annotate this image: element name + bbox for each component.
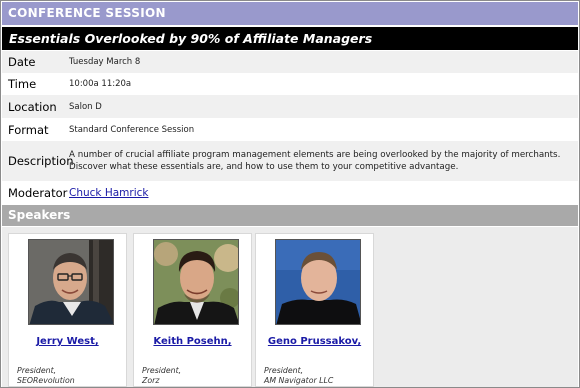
date-label: Date: [8, 55, 36, 69]
time-label: Time: [8, 77, 37, 91]
description-label: Description: [8, 154, 74, 168]
speaker-role-title: President,: [142, 366, 182, 375]
format-label: Format: [8, 122, 49, 137]
speakers-header: Speakers: [2, 205, 578, 226]
moderator-label: Moderator: [8, 185, 68, 200]
speaker-photo[interactable]: [28, 239, 114, 325]
speaker-role-title: President,: [17, 366, 57, 375]
speaker-company: AM Navigator LLC: [264, 376, 334, 385]
speaker-photo[interactable]: [153, 239, 239, 325]
speaker-photo[interactable]: [275, 239, 361, 325]
speaker-company: SEORevolution: [17, 376, 75, 385]
speaker-role-title: President,: [264, 366, 304, 375]
session-header: CONFERENCE SESSION: [2, 2, 578, 25]
format-row: Format Standard Conference Session: [2, 118, 578, 141]
description-row: Description A number of crucial affiliat…: [2, 141, 578, 181]
moderator-row: Moderator Chuck Hamrick: [2, 181, 578, 204]
time-row: Time 10:00a 11:20a: [2, 73, 578, 95]
format-value: Standard Conference Session: [69, 124, 195, 135]
speaker-company: Zorz: [142, 376, 160, 385]
speaker-role: President, SEORevolution: [17, 366, 75, 386]
description-value: A number of crucial affiliate program ma…: [69, 150, 561, 172]
speaker-card: Geno Prussakov, President, AM Navigator …: [255, 233, 374, 387]
speakers-list: Jerry West, President, SEORevolution Kei…: [2, 227, 578, 387]
date-value: Tuesday March 8: [69, 57, 141, 67]
speaker-name[interactable]: Geno Prussakov,: [256, 336, 373, 347]
time-value: 10:00a 11:20a: [69, 79, 132, 89]
speaker-card: Jerry West, President, SEORevolution: [8, 233, 127, 387]
speaker-name[interactable]: Jerry West,: [9, 336, 126, 347]
location-row: Location Salon D: [2, 95, 578, 118]
moderator-link[interactable]: Chuck Hamrick: [69, 187, 148, 199]
speaker-role: President, Zorz: [142, 366, 181, 386]
date-row: Date Tuesday March 8: [2, 51, 578, 73]
speaker-role: President, AM Navigator LLC: [264, 366, 333, 386]
speaker-card: Keith Posehn, President, Zorz: [133, 233, 252, 387]
speaker-name[interactable]: Keith Posehn,: [134, 336, 251, 347]
moderator-value: Chuck Hamrick: [69, 187, 578, 199]
location-value: Salon D: [69, 101, 102, 112]
location-label: Location: [8, 99, 57, 114]
session-title: Essentials Overlooked by 90% of Affiliat…: [2, 27, 578, 50]
session-frame: CONFERENCE SESSION Essentials Overlooked…: [0, 0, 580, 388]
